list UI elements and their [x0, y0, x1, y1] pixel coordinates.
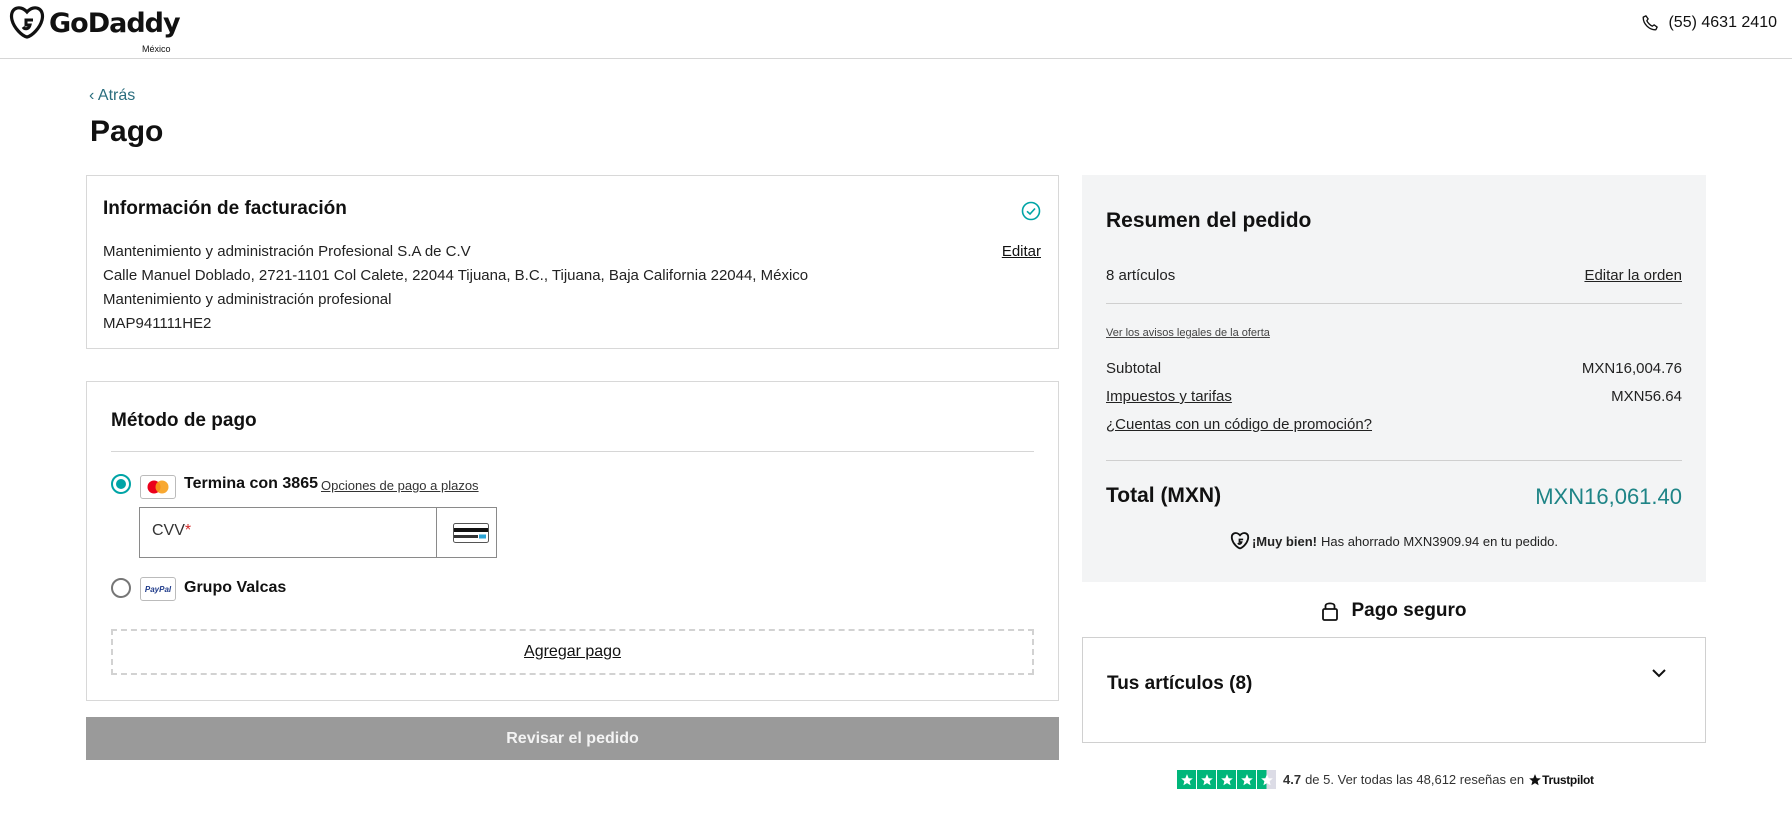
summary-title: Resumen del pedido [1106, 209, 1312, 232]
taxes-link[interactable]: Impuestos y tarifas [1106, 388, 1232, 405]
cvv-input[interactable] [140, 508, 436, 557]
rating-value: 4.7 [1283, 772, 1302, 787]
billing-address: Mantenimiento y administración Profesion… [103, 240, 808, 336]
paypal-icon: PayPal [140, 577, 176, 601]
payment-method-card: Método de pago Termina con 3865 Opciones… [86, 381, 1059, 701]
page-title: Pago [90, 115, 164, 148]
divider [1106, 460, 1682, 461]
radio-card[interactable] [111, 474, 131, 494]
chevron-down-icon[interactable] [1651, 668, 1667, 678]
taxes-value: MXN56.64 [1611, 388, 1682, 405]
edit-billing-link[interactable]: Editar [1002, 240, 1041, 264]
rating-scale: de 5. [1305, 772, 1334, 787]
cvv-field-group: CVV* [139, 507, 497, 558]
divider [111, 451, 1034, 452]
total-value: MXN16,061.40 [1535, 484, 1682, 509]
star-icon [1177, 770, 1196, 789]
items-title: Tus artículos (8) [1107, 673, 1253, 694]
secure-payment: Pago seguro [1082, 600, 1706, 622]
card-ending-label[interactable]: Termina con 3865 [184, 475, 318, 493]
trustpilot-widget[interactable]: 4.7 de 5. Ver todas las 48,612 reseñas e… [1177, 770, 1594, 789]
installments-link[interactable]: Opciones de pago a plazos [321, 478, 479, 493]
trustpilot-logo: Trustpilot [1528, 773, 1594, 787]
divider [1106, 303, 1682, 304]
trustpilot-brand: Trustpilot [1542, 772, 1594, 787]
check-circle-icon [1021, 201, 1041, 221]
star-icon [1197, 770, 1216, 789]
order-summary: Resumen del pedido 8 artículos Editar la… [1082, 175, 1706, 582]
savings-bold: ¡Muy bien! [1251, 533, 1317, 549]
back-link[interactable]: ‹ Atrás [89, 87, 135, 105]
rating-stars [1177, 770, 1277, 789]
mastercard-icon [140, 475, 176, 499]
godaddy-heart-icon [1230, 532, 1250, 550]
add-payment-button[interactable]: Agregar pago [111, 629, 1034, 675]
promo-code-link[interactable]: ¿Cuentas con un código de promoción? [1106, 416, 1372, 433]
subtotal-value: MXN16,004.76 [1581, 360, 1682, 377]
billing-line: Mantenimiento y administración Profesion… [103, 243, 471, 260]
phone-contact[interactable]: (55) 4631 2410 [1641, 14, 1777, 32]
phone-number: (55) 4631 2410 [1668, 14, 1777, 31]
total-label: Total (MXN) [1106, 484, 1222, 507]
billing-title: Información de facturación [103, 198, 347, 219]
subtotal-label: Subtotal [1106, 360, 1162, 377]
billing-info-card: Información de facturación Mantenimiento… [86, 175, 1059, 349]
lock-icon [1322, 602, 1339, 621]
billing-line: Calle Manuel Doblado, 2721-1101 Col Cale… [103, 267, 809, 284]
payment-title: Método de pago [111, 410, 257, 431]
logo-wordmark: GoDaddy [49, 7, 181, 39]
godaddy-logo-icon [9, 6, 45, 39]
star-icon [1529, 773, 1541, 785]
your-items-accordion[interactable]: Tus artículos (8) [1082, 637, 1706, 743]
legal-notices-link[interactable]: Ver los avisos legales de la oferta [1106, 327, 1270, 339]
logo-region: México [142, 44, 171, 54]
edit-order-link[interactable]: Editar la orden [1584, 267, 1682, 284]
savings-text: Has ahorrado MXN3909.94 en tu pedido. [1320, 533, 1559, 549]
star-icon [1237, 770, 1256, 789]
review-order-button[interactable]: Revisar el pedido [86, 717, 1059, 760]
godaddy-logo[interactable]: GoDaddy [8, 6, 181, 40]
items-count: 8 artículos [1106, 267, 1176, 284]
billing-line: Mantenimiento y administración profesion… [103, 291, 392, 308]
reviews-link: Ver todas las 48,612 reseñas en [1337, 772, 1525, 787]
site-header: GoDaddy México (55) 4631 2410 [0, 0, 1792, 59]
card-back-icon [453, 523, 489, 543]
divider [436, 508, 437, 557]
secure-label: Pago seguro [1351, 600, 1467, 621]
star-half-icon [1257, 770, 1276, 789]
radio-paypal[interactable] [111, 578, 131, 598]
phone-icon [1643, 15, 1659, 31]
star-icon [1217, 770, 1236, 789]
billing-line: MAP941111HE2 [103, 315, 212, 332]
paypal-account-label[interactable]: Grupo Valcas [184, 579, 286, 597]
savings-message: ¡Muy bien! Has ahorrado MXN3909.94 en tu… [1082, 532, 1706, 550]
